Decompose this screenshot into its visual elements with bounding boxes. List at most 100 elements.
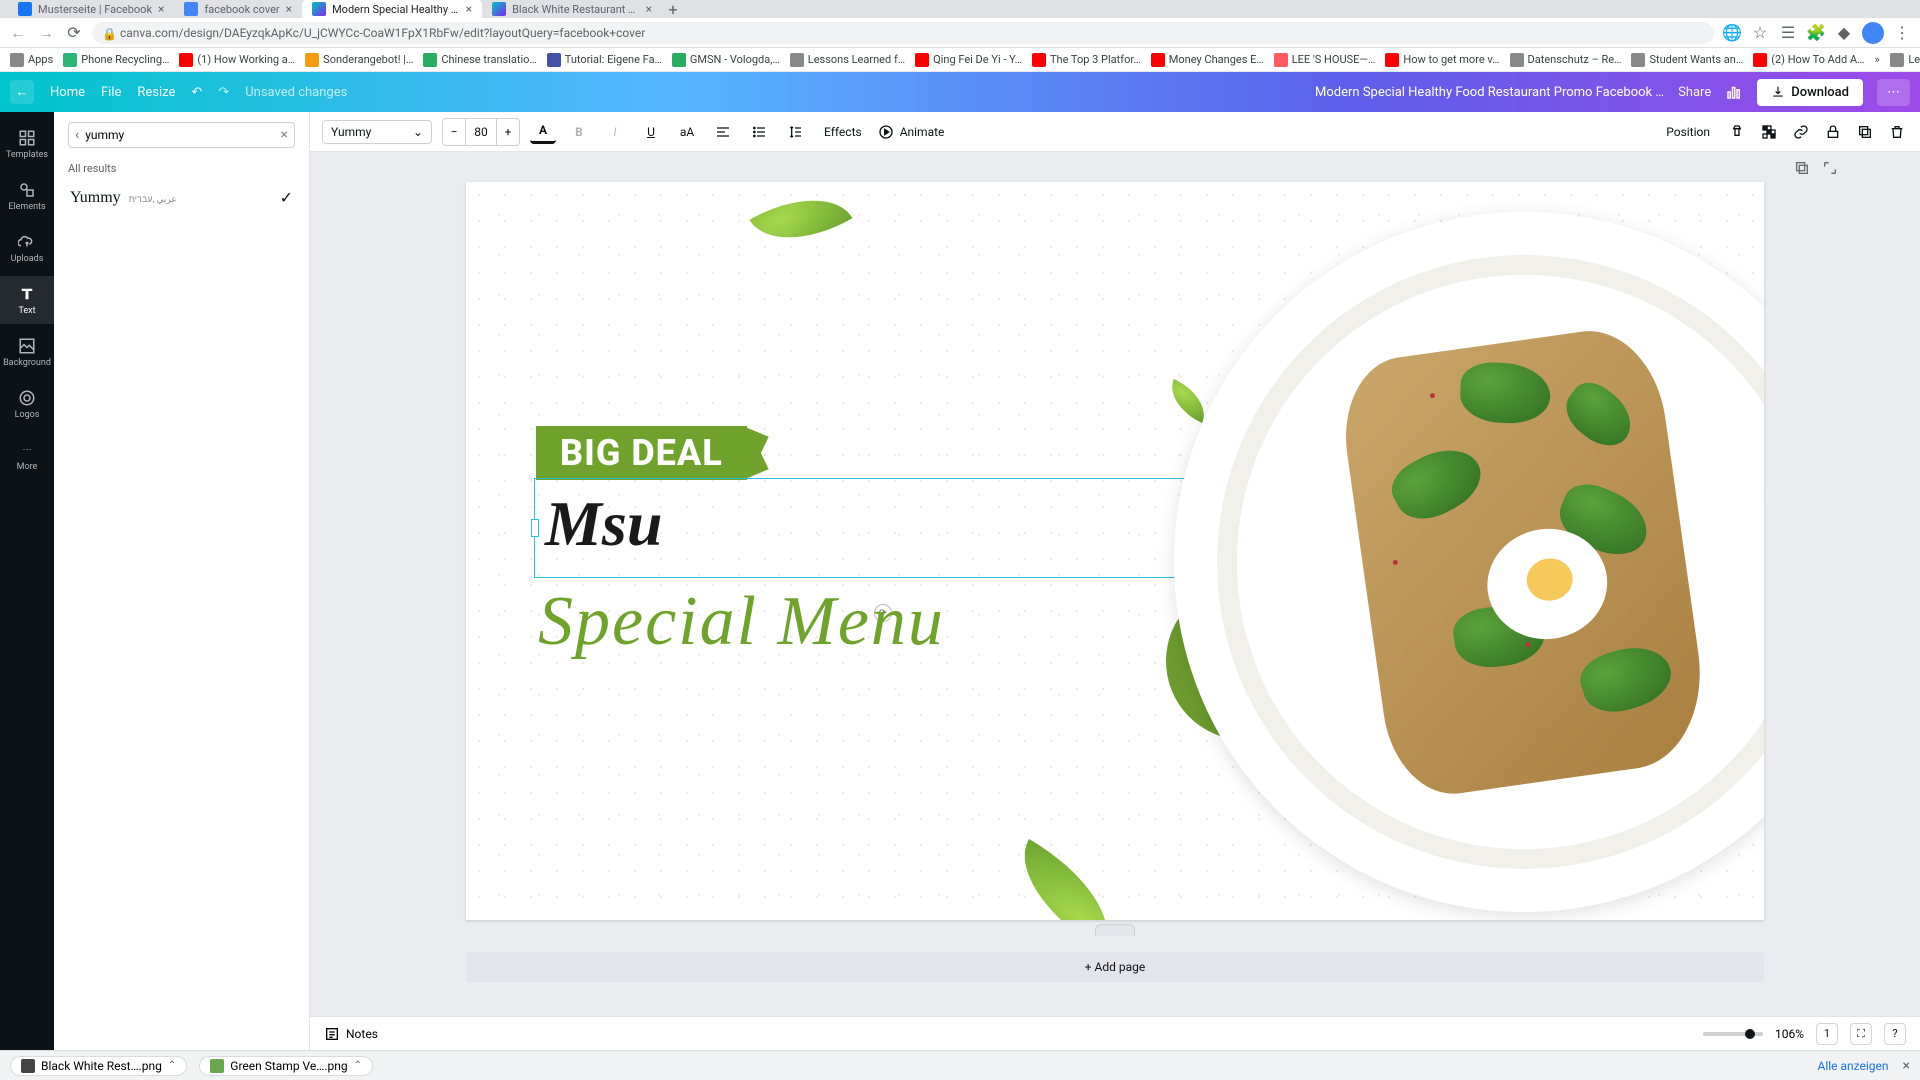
- position-button[interactable]: Position: [1660, 125, 1716, 139]
- extension-button[interactable]: ◆: [1834, 23, 1854, 43]
- bookmark-item[interactable]: GMSN - Vologda,…: [672, 53, 780, 67]
- sidenav-uploads[interactable]: Uploads: [0, 224, 54, 272]
- profile-avatar[interactable]: [1862, 22, 1884, 44]
- design-artboard[interactable]: BIG DEAL Msu ⟳ Special Menu Promo 35% Of…: [466, 182, 1764, 920]
- back-button[interactable]: ←: [8, 23, 28, 43]
- text-color-button[interactable]: A: [530, 120, 556, 144]
- chevron-up-icon[interactable]: ⌃: [168, 1060, 176, 1071]
- sidenav-background[interactable]: Background: [0, 328, 54, 376]
- close-icon[interactable]: ×: [646, 2, 652, 16]
- delete-button[interactable]: [1886, 121, 1908, 143]
- translate-icon[interactable]: 🌐: [1722, 23, 1742, 43]
- star-icon[interactable]: ☆: [1750, 23, 1770, 43]
- file-menu[interactable]: File: [101, 85, 121, 100]
- alignment-button[interactable]: [710, 119, 736, 145]
- close-icon[interactable]: ×: [286, 2, 292, 16]
- page-indicator[interactable]: 1: [1816, 1023, 1838, 1045]
- browser-tab[interactable]: Musterseite | Facebook×: [8, 0, 174, 19]
- duplicate-button[interactable]: [1854, 121, 1876, 143]
- download-item[interactable]: Green Stamp Ve….png ⌃: [199, 1056, 373, 1076]
- forward-button[interactable]: →: [36, 23, 56, 43]
- zoom-slider[interactable]: [1703, 1032, 1763, 1036]
- bookmark-item[interactable]: Sonderangebot! |…: [305, 53, 413, 67]
- extensions-icon[interactable]: 🧩: [1806, 23, 1826, 43]
- browser-tab[interactable]: facebook cover×: [174, 0, 302, 19]
- sidenav-logos[interactable]: Logos: [0, 380, 54, 428]
- increase-font-button[interactable]: +: [497, 119, 519, 145]
- big-deal-badge[interactable]: BIG DEAL: [536, 426, 747, 480]
- back-arrow-button[interactable]: ←: [10, 80, 34, 104]
- more-menu-button[interactable]: ⋯: [1877, 79, 1910, 106]
- bookmark-item[interactable]: How to get more v…: [1385, 53, 1499, 67]
- bookmark-item[interactable]: Money Changes E…: [1151, 53, 1264, 67]
- font-search-field[interactable]: ‹ ×: [68, 122, 295, 148]
- font-search-input[interactable]: [85, 128, 274, 142]
- bookmark-item[interactable]: (2) How To Add A…: [1753, 53, 1864, 67]
- sidenav-more[interactable]: ⋯More: [0, 432, 54, 480]
- duplicate-page-icon[interactable]: [1794, 160, 1812, 178]
- new-tab-button[interactable]: +: [662, 0, 684, 19]
- page-expand-handle[interactable]: [1095, 924, 1135, 936]
- close-icon[interactable]: ×: [158, 2, 164, 16]
- font-result-item[interactable]: Yummy عربي ,עברית ✓: [68, 181, 295, 213]
- add-page-button[interactable]: + Add page: [466, 952, 1764, 982]
- expand-page-icon[interactable]: [1822, 160, 1840, 178]
- notes-button[interactable]: Notes: [324, 1026, 378, 1042]
- spacing-button[interactable]: [782, 119, 808, 145]
- browser-menu-button[interactable]: ⋮: [1892, 23, 1912, 42]
- reload-button[interactable]: ⟳: [64, 23, 84, 43]
- font-family-dropdown[interactable]: Yummy ⌄: [322, 120, 432, 144]
- apps-button[interactable]: Apps: [10, 53, 53, 67]
- decrease-font-button[interactable]: −: [443, 119, 465, 145]
- effects-button[interactable]: Effects: [818, 125, 868, 139]
- animate-button[interactable]: Animate: [878, 124, 945, 140]
- redo-button[interactable]: ↷: [218, 85, 229, 100]
- bookmarks-overflow[interactable]: » Leseliste: [1874, 53, 1920, 67]
- reading-list-icon[interactable]: ☰: [1778, 23, 1798, 43]
- home-button[interactable]: Home: [50, 85, 85, 100]
- zoom-value[interactable]: 106%: [1775, 1027, 1804, 1041]
- fullscreen-button[interactable]: ⛶: [1850, 1023, 1872, 1045]
- bookmark-item[interactable]: (1) How Working a…: [179, 53, 295, 67]
- browser-tab[interactable]: Black White Restaurant Typog×: [482, 0, 662, 19]
- special-menu-text[interactable]: Special Menu: [538, 582, 945, 662]
- bookmark-item[interactable]: Tutorial: Eigene Fa…: [547, 53, 662, 67]
- text-element-editing[interactable]: Msu: [534, 478, 1214, 578]
- editing-text-content[interactable]: Msu: [545, 487, 662, 561]
- download-button[interactable]: Download: [1757, 79, 1863, 106]
- lock-button[interactable]: [1822, 121, 1844, 143]
- case-button[interactable]: aA: [674, 119, 700, 145]
- underline-button[interactable]: U: [638, 119, 664, 145]
- bookmark-item[interactable]: LEE 'S HOUSE—…: [1274, 53, 1376, 67]
- resize-button[interactable]: Resize: [137, 85, 175, 100]
- bold-button[interactable]: B: [566, 119, 592, 145]
- sidenav-text[interactable]: Text: [0, 276, 54, 324]
- link-button[interactable]: [1790, 121, 1812, 143]
- search-back-icon[interactable]: ‹: [75, 127, 79, 143]
- sidenav-elements[interactable]: Elements: [0, 172, 54, 220]
- sidenav-templates[interactable]: Templates: [0, 120, 54, 168]
- chevron-up-icon[interactable]: ⌃: [354, 1060, 362, 1071]
- document-title[interactable]: Modern Special Healthy Food Restaurant P…: [1315, 85, 1664, 100]
- food-plate-image[interactable]: [1174, 212, 1764, 912]
- close-icon[interactable]: ×: [1903, 1058, 1910, 1074]
- font-size-value[interactable]: 80: [465, 119, 497, 145]
- undo-button[interactable]: ↶: [191, 85, 202, 100]
- bookmark-item[interactable]: Lessons Learned f…: [790, 53, 905, 67]
- bookmark-item[interactable]: Student Wants an…: [1631, 53, 1743, 67]
- address-bar[interactable]: 🔒 canva.com/design/DAEyzqkApKc/U_jCWYCc-…: [92, 22, 1714, 44]
- bookmark-item[interactable]: The Top 3 Platfor…: [1032, 53, 1141, 67]
- bookmark-item[interactable]: Qing Fei De Yi - Y…: [915, 53, 1022, 67]
- close-icon[interactable]: ×: [466, 2, 472, 16]
- share-button[interactable]: Share: [1678, 85, 1711, 100]
- bookmark-item[interactable]: Datenschutz – Re…: [1510, 53, 1622, 67]
- italic-button[interactable]: I: [602, 119, 628, 145]
- transparency-button[interactable]: [1758, 121, 1780, 143]
- canvas-viewport[interactable]: BIG DEAL Msu ⟳ Special Menu Promo 35% Of…: [310, 152, 1920, 1016]
- graph-icon[interactable]: [1725, 83, 1743, 101]
- list-button[interactable]: [746, 119, 772, 145]
- bookmark-item[interactable]: Phone Recycling…: [63, 53, 169, 67]
- browser-tab-active[interactable]: Modern Special Healthy Food×: [302, 0, 482, 19]
- clear-icon[interactable]: ×: [281, 127, 288, 143]
- copy-style-button[interactable]: [1726, 121, 1748, 143]
